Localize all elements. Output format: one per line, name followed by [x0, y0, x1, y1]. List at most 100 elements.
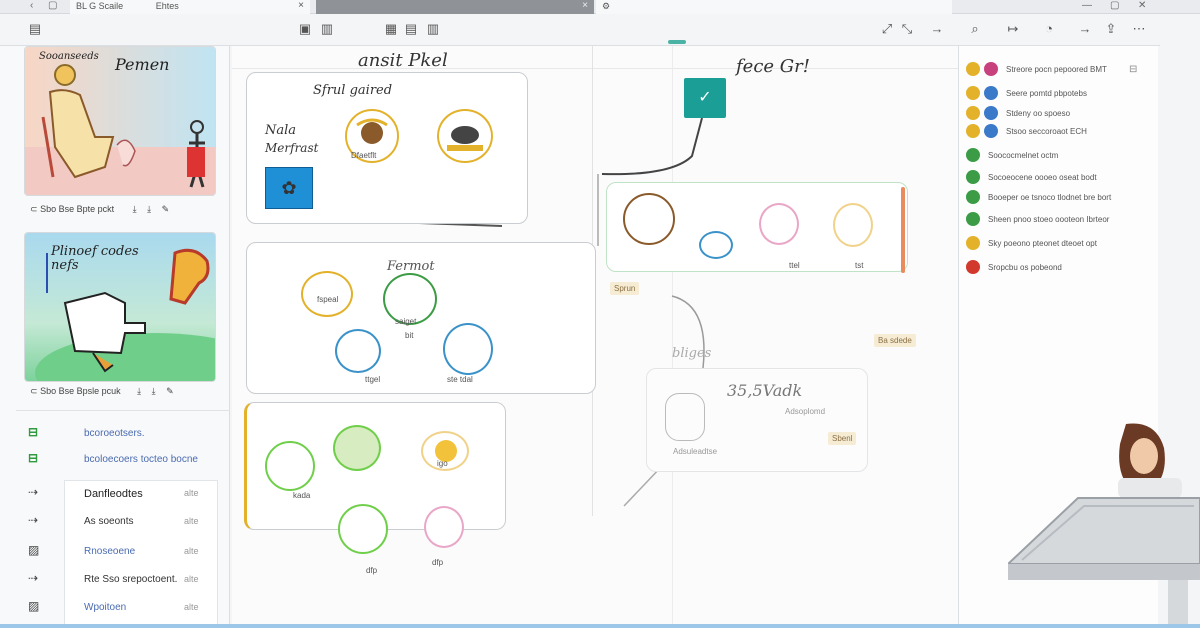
- node-label: bit: [405, 331, 414, 340]
- panel-row[interactable]: Streore pocn pepoored BMT: [966, 60, 1146, 80]
- sidebar-item-label: Danfleodtes: [84, 488, 143, 500]
- minimize-icon[interactable]: —: [1082, 0, 1092, 11]
- panel-row[interactable]: Sheen pnoo stoeo oooteon Ibrteor: [966, 210, 1146, 230]
- sticky-note[interactable]: Sprun: [610, 282, 640, 295]
- grid-icon[interactable]: ▦: [382, 20, 400, 38]
- drag-handle[interactable]: [668, 40, 686, 44]
- profile-node-icon[interactable]: [443, 323, 493, 375]
- node-label: dfp: [366, 566, 378, 575]
- download-icon[interactable]: ⤓: [152, 386, 156, 396]
- sidebar-item-5[interactable]: ▨ Rnoseoene alte: [28, 540, 218, 566]
- panel-row[interactable]: Sky poeono pteonet dteoet opt: [966, 234, 1146, 254]
- hand-node-icon[interactable]: [338, 504, 388, 554]
- panel-row[interactable]: Soococmelnet octm: [966, 146, 1146, 166]
- download-icon[interactable]: ⤓: [137, 386, 141, 396]
- sidebar-item-1[interactable]: ⊟ bcoroeotsers.: [28, 422, 218, 448]
- panel-row[interactable]: Socoeocene oooeo oseat bodt: [966, 168, 1146, 188]
- flower-node-icon[interactable]: [424, 506, 464, 548]
- book-icon[interactable]: ▥: [318, 20, 336, 38]
- layout-icon[interactable]: ▥: [424, 20, 442, 38]
- sidebar-item-4[interactable]: ⇢ As soeonts alte: [28, 510, 218, 536]
- close-icon[interactable]: ×: [582, 0, 588, 12]
- frame-sketch[interactable]: 35,5Vadk Adsoplomd Adsuleadtse: [646, 368, 868, 472]
- panel-row[interactable]: Stsoo seccoroaot ECH: [966, 122, 1146, 142]
- back-icon[interactable]: ‹: [30, 0, 33, 11]
- frame-middle[interactable]: Fermot fspeal saiget bit ttgel ste tdal: [246, 242, 596, 394]
- sketch-title: 35,5Vadk: [727, 381, 803, 400]
- close-icon[interactable]: ×: [298, 0, 304, 12]
- panel-row-label: Stsoo seccoroaot ECH: [1006, 127, 1087, 136]
- vehicle-node-icon[interactable]: [437, 109, 493, 163]
- tab-3[interactable]: ⚙: [596, 0, 952, 14]
- edit-icon[interactable]: ✎: [162, 204, 170, 214]
- status-dot-icon: [966, 212, 980, 226]
- sidebar-item-suffix: alte: [184, 574, 199, 584]
- tool-node-icon[interactable]: [699, 231, 733, 259]
- storyboard-card-1[interactable]: Sooanseeds Pemen: [24, 46, 216, 196]
- team-sticker-icon[interactable]: ✿: [265, 167, 313, 209]
- sidebar-item-label: bcoroeotsers.: [84, 428, 145, 439]
- storyboard-card-2[interactable]: Plinoef codes nefs: [24, 232, 216, 382]
- node-label: ste tdal: [447, 375, 473, 384]
- edit-icon[interactable]: ✎: [166, 386, 174, 396]
- whiteboard-canvas[interactable]: ansit Pkel fece Gr! Sfrul gaired Nala Me…: [232, 46, 958, 624]
- image-icon: ▨: [28, 599, 40, 613]
- maximize-icon[interactable]: ▢: [1110, 0, 1119, 11]
- check-sticker-icon[interactable]: ✓: [684, 78, 726, 118]
- frame-accent-bar: [901, 187, 905, 273]
- calendar-node-icon[interactable]: [759, 203, 799, 245]
- card-2-meta: ⊂ Sbo Bse Bpsle pcuk ⤓ ⤓ ✎: [30, 386, 174, 397]
- share-icon[interactable]: ⇪: [1102, 20, 1120, 38]
- glasses-node-icon[interactable]: [335, 329, 381, 373]
- tab-2[interactable]: ×: [316, 0, 594, 14]
- sketch-subtitle: Adsoplomd: [785, 407, 826, 416]
- arrow-right-icon[interactable]: →: [928, 20, 946, 38]
- sidebar-item-6[interactable]: ⇢ Rte Sso srepoctoent. alte: [28, 568, 218, 594]
- file-icon[interactable]: ▤: [26, 20, 44, 38]
- layer-icon: ⊟: [28, 451, 39, 465]
- forward-icon[interactable]: ↦: [1004, 20, 1022, 38]
- list-icon[interactable]: ▤: [402, 20, 420, 38]
- panel-row[interactable]: Booeper oe tsnoco tlodnet bre bort: [966, 188, 1146, 208]
- tab-1[interactable]: BL G Scaile Ehtes ×: [70, 0, 310, 14]
- status-dot-icon: [966, 62, 980, 76]
- gold-node-icon[interactable]: [833, 203, 873, 247]
- search-icon[interactable]: ⌕: [966, 20, 984, 38]
- page-icon[interactable]: ▣: [296, 20, 314, 38]
- sidebar-item-label: Rnoseoene: [84, 546, 136, 557]
- sidebar-item-suffix: alte: [184, 488, 199, 498]
- download-icon[interactable]: ⤓: [133, 204, 137, 214]
- node-label: ttel: [789, 261, 800, 270]
- person-at-podium-icon: [1005, 423, 1200, 624]
- idea-node-icon[interactable]: [301, 271, 353, 317]
- square-icon[interactable]: ▢: [48, 0, 57, 11]
- more-icon[interactable]: ⋯: [1130, 20, 1148, 38]
- sticky-note[interactable]: Ba sdede: [874, 334, 916, 347]
- settings-icon: ⚙: [602, 1, 611, 11]
- panel-row[interactable]: Stdeny oo spoeso: [966, 104, 1146, 124]
- collapse-icon[interactable]: ⤡: [898, 20, 916, 38]
- expand-icon[interactable]: ⤢: [878, 20, 896, 38]
- vehicle-icon: [447, 126, 483, 151]
- panel-row[interactable]: Sropcbu os pobeond: [966, 258, 1146, 278]
- frame-top-left[interactable]: Sfrul gaired Nala Merfrast ✿ Dfaetflt: [246, 72, 528, 224]
- sidebar-item-7[interactable]: ▨ Wpoitoen alte: [28, 596, 218, 622]
- map-node-icon[interactable]: [333, 425, 381, 471]
- close-window-icon[interactable]: ✕: [1138, 0, 1146, 11]
- link-icon: ⊂: [30, 204, 38, 214]
- sticky-note[interactable]: Sbenl: [828, 432, 857, 445]
- status-dot-icon: [984, 124, 998, 138]
- character-sketch-icon: [665, 393, 705, 441]
- sidebar-item-suffix: alte: [184, 546, 199, 556]
- download-icon[interactable]: ⤓: [147, 204, 151, 214]
- calculator-node-icon[interactable]: [623, 193, 675, 245]
- arrow-icon[interactable]: →: [1076, 20, 1094, 38]
- sidebar-item-2[interactable]: ⊟ bcoloecoers tocteo bocne: [28, 448, 218, 474]
- leaf-node-icon[interactable]: [265, 441, 315, 491]
- frame-right-top[interactable]: ttel tst: [606, 182, 908, 273]
- sidebar-item-3[interactable]: ⇢ Danfleodtes alte: [28, 482, 218, 508]
- card-1-meta-text: Sbo Bse Bpte pckt: [40, 204, 115, 214]
- panel-row[interactable]: Seere pomtd pbpotebs: [966, 84, 1146, 104]
- link-icon: ⊂: [30, 386, 38, 396]
- history-icon[interactable]: ◔: [1040, 20, 1058, 38]
